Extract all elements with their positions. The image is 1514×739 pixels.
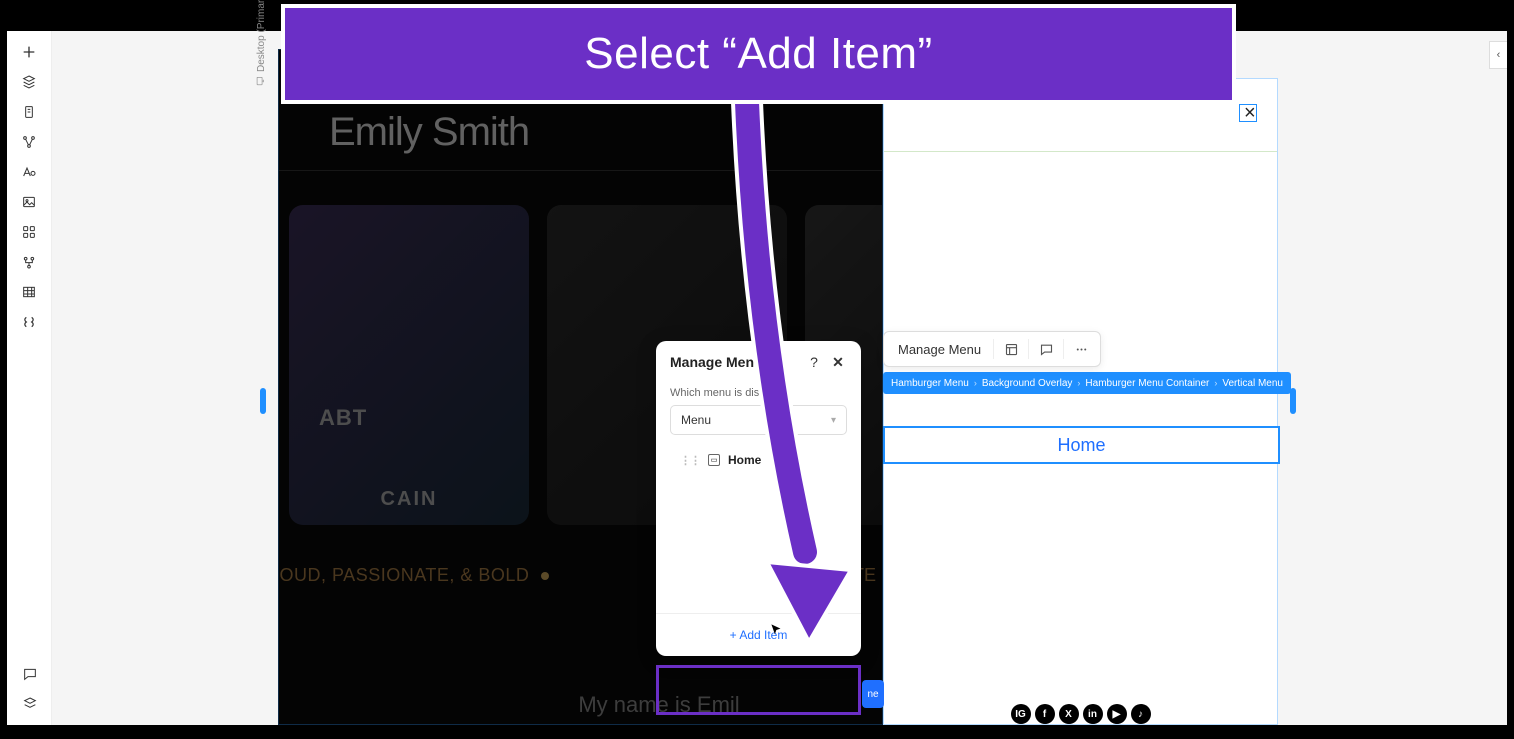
social-icons-row: IG f X in ▶ ♪ [1011, 704, 1151, 724]
hamburger-menu-preview: IG f X in ▶ ♪ [883, 78, 1278, 725]
breadcrumb-item[interactable]: Hamburger Menu [891, 378, 969, 389]
instruction-banner: Select “Add Item” [281, 4, 1236, 104]
comment-icon[interactable] [1033, 336, 1059, 362]
tagline-text: LOUD, PASSIONATE, & BOLD [278, 565, 549, 586]
menu-item-row[interactable]: ⋮⋮ ▭ Home [680, 449, 837, 471]
menu-select[interactable]: Menu ▾ [670, 405, 847, 435]
drag-handle-icon[interactable]: ⋮⋮ [680, 454, 700, 467]
menu-item-name: Home [728, 453, 761, 467]
breadcrumb-item[interactable]: Vertical Menu [1222, 378, 1283, 389]
left-tool-sidebar [7, 31, 52, 725]
dynamic-icon[interactable] [14, 247, 44, 277]
x-icon[interactable]: X [1059, 704, 1079, 724]
linkedin-icon[interactable]: in [1083, 704, 1103, 724]
site-title: Emily Smith [329, 110, 529, 155]
header-divider [884, 151, 1277, 152]
card-overlay-text: ABT [319, 405, 367, 431]
connect-icon[interactable] [14, 127, 44, 157]
layers-icon[interactable] [14, 67, 44, 97]
menu-items-list: ⋮⋮ ▭ Home [670, 435, 847, 603]
help-layers-icon[interactable] [15, 689, 45, 719]
ruler-handle-left[interactable] [260, 388, 266, 414]
help-icon[interactable]: ? [805, 353, 823, 371]
breadcrumb-item[interactable]: Hamburger Menu Container [1085, 378, 1209, 389]
done-chip[interactable]: ne [862, 680, 884, 708]
viewport-label-text: Desktop (Primary) [256, 0, 267, 72]
element-toolbar: Manage Menu [883, 331, 1101, 367]
more-icon[interactable] [1068, 336, 1094, 362]
instruction-text: Select “Add Item” [584, 29, 932, 79]
facebook-icon[interactable]: f [1035, 704, 1055, 724]
manage-menu-panel: Manage Menu ? ✕ Which menu is displaye M… [656, 341, 861, 656]
apps-icon[interactable] [14, 217, 44, 247]
body-text: My name is Emil Since childhood strident… [459, 688, 859, 725]
chip-label: ne [867, 689, 878, 700]
field-label: Which menu is displaye [670, 387, 847, 399]
instagram-icon[interactable]: IG [1011, 704, 1031, 724]
chevron-down-icon: ▾ [831, 415, 836, 426]
table-icon[interactable] [14, 277, 44, 307]
toolbar-label[interactable]: Manage Menu [890, 342, 989, 357]
element-breadcrumb[interactable]: Hamburger Menu › Background Overlay › Hamb… [883, 372, 1291, 394]
separator [993, 339, 994, 359]
separator [1028, 339, 1029, 359]
tagline-left: LOUD, PASSIONATE, & BOLD [278, 565, 529, 585]
panel-title: Manage Menu [670, 354, 799, 370]
select-value: Menu [681, 413, 711, 427]
chevron-right-icon: › [974, 378, 977, 388]
layout-icon[interactable] [998, 336, 1024, 362]
card-label: CAIN [381, 488, 438, 511]
code-icon[interactable] [14, 307, 44, 337]
ruler-handle-right[interactable] [1290, 388, 1296, 414]
chevron-right-icon: › [1077, 378, 1080, 388]
body-line: My name is Emil [578, 692, 739, 717]
bullet-icon [541, 572, 549, 580]
page-icon: ▭ [708, 454, 720, 466]
chevron-right-icon: › [1214, 378, 1217, 388]
close-icon[interactable]: × [1244, 102, 1514, 125]
image-icon[interactable] [14, 187, 44, 217]
comments-icon[interactable] [15, 659, 45, 689]
mouse-cursor-icon [770, 623, 784, 642]
divider-line [279, 170, 882, 171]
add-icon[interactable] [14, 37, 44, 67]
close-icon[interactable]: ✕ [829, 353, 847, 371]
youtube-icon[interactable]: ▶ [1107, 704, 1127, 724]
vertical-menu-item-home[interactable]: Home [883, 426, 1280, 464]
breadcrumb-item[interactable]: Background Overlay [982, 378, 1073, 389]
viewport-label: Desktop (Primary) [255, 0, 268, 86]
collapse-panel-icon[interactable]: ‹ [1489, 41, 1507, 69]
menu-item-label: Home [1057, 435, 1105, 456]
panel-header: Manage Menu ? ✕ [656, 341, 861, 383]
pages-icon[interactable] [14, 97, 44, 127]
separator [1063, 339, 1064, 359]
add-item-button[interactable]: + Add Item [656, 613, 861, 656]
gallery-card: ABT CAIN [289, 205, 529, 525]
tiktok-icon[interactable]: ♪ [1131, 704, 1151, 724]
typography-icon[interactable] [14, 157, 44, 187]
desktop-icon [255, 76, 268, 86]
